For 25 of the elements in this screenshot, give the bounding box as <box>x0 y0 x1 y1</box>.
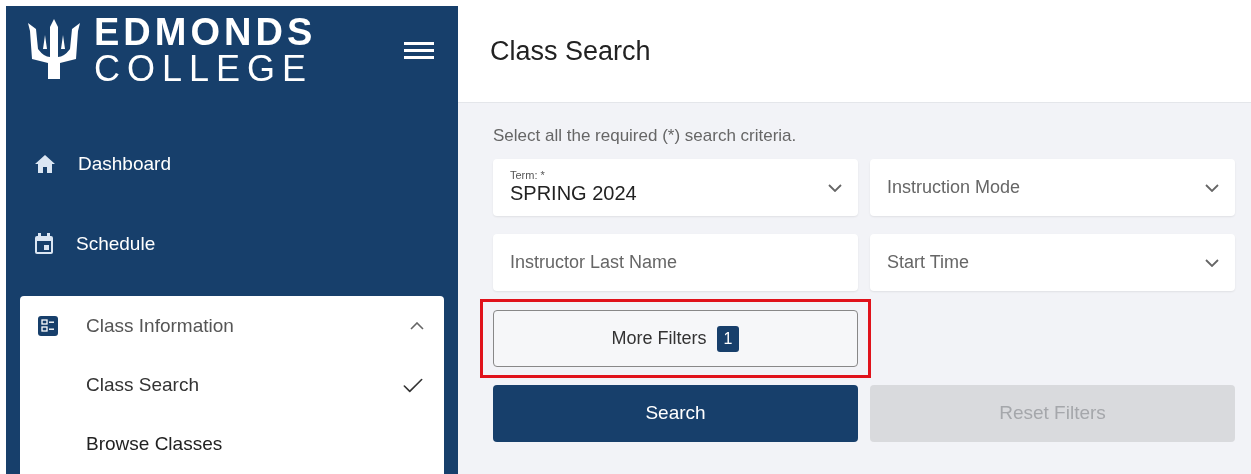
logo-subtitle: COLLEGE <box>94 51 315 87</box>
nav-subitem[interactable]: Class Search <box>20 356 444 415</box>
nav-subitem[interactable]: Browse Classes <box>20 415 444 474</box>
college-logo[interactable]: EDMONDS COLLEGE <box>26 13 317 87</box>
input-field[interactable]: Instructor Last Name <box>493 234 858 291</box>
filter-count-badge: 1 <box>716 325 740 352</box>
nav-group-header[interactable]: Class Information <box>20 296 444 356</box>
trident-icon <box>26 19 82 81</box>
chevron-down-icon <box>828 183 842 192</box>
select-field[interactable]: Instruction Mode <box>870 159 1235 216</box>
menu-icon[interactable] <box>404 41 434 59</box>
nav-item[interactable]: Dashboard <box>6 124 458 204</box>
home-icon <box>34 154 56 174</box>
select-field[interactable]: Start Time <box>870 234 1235 291</box>
logo-title: EDMONDS <box>94 13 317 51</box>
instructions-text: Select all the required (*) search criteria. <box>493 125 798 147</box>
search-button[interactable]: Search <box>493 385 858 442</box>
page-title: Class Search <box>490 34 651 68</box>
chevron-down-icon <box>1205 183 1219 192</box>
nav-item[interactable]: Schedule <box>6 204 458 284</box>
chevron-down-icon <box>1205 258 1219 267</box>
select-field[interactable]: Term: * SPRING 2024 <box>493 159 858 216</box>
list-icon <box>38 316 58 336</box>
more-filters-button[interactable]: More Filters 1 <box>493 310 858 367</box>
calendar-icon <box>34 233 54 255</box>
